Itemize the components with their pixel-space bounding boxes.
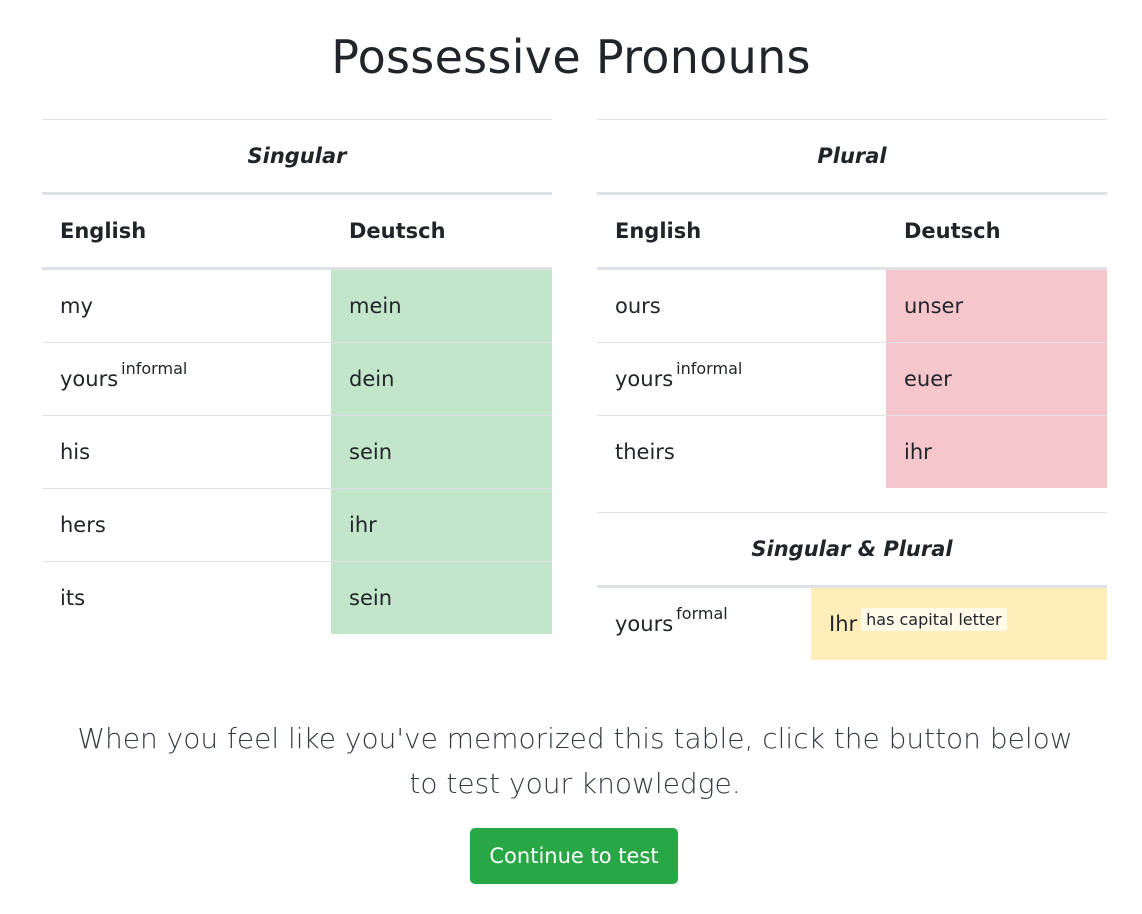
- column-header-deutsch: Deutsch: [886, 193, 1107, 270]
- deutsch-cell: sein: [331, 415, 552, 489]
- register-note: informal: [121, 359, 188, 378]
- english-cell: yours informal: [597, 342, 886, 416]
- singular-plural-table: Singular & Plural yours formal Ihr has cap…: [597, 512, 1107, 660]
- deutsch-cell: unser: [886, 268, 1107, 343]
- deutsch-cell: euer: [886, 342, 1107, 416]
- table-row: yours formal Ihr has capital letter: [597, 586, 1107, 661]
- table-row: yours informal euer: [597, 342, 1107, 416]
- plural-table: Plural English Deutsch ours unser yours i…: [597, 119, 1107, 488]
- english-cell: yours formal: [597, 587, 811, 661]
- table-row: ours unser: [597, 268, 1107, 343]
- table-row: yours informal dein: [42, 342, 552, 416]
- english-word: theirs: [615, 440, 675, 464]
- register-note: informal: [676, 359, 743, 378]
- deutsch-cell: mein: [331, 268, 552, 343]
- plural-caption: Plural: [597, 119, 1107, 195]
- column-header-deutsch: Deutsch: [331, 193, 552, 270]
- english-word: yours: [615, 367, 674, 391]
- english-word: my: [60, 294, 93, 318]
- deutsch-cell: ihr: [331, 488, 552, 562]
- deutsch-word: Ihr: [829, 611, 858, 636]
- column-header-english: English: [597, 193, 886, 270]
- instructions-text: When you feel like you've memorized this…: [77, 722, 1073, 800]
- english-cell: its: [42, 561, 331, 634]
- deutsch-cell: Ihr has capital letter: [811, 586, 1107, 660]
- singular-table: Singular English Deutsch my mein yours in…: [42, 119, 552, 634]
- table-row: theirs ihr: [597, 415, 1107, 488]
- english-word: its: [60, 586, 86, 610]
- english-word: ours: [615, 294, 661, 318]
- deutsch-cell: dein: [331, 342, 552, 416]
- continue-to-test-button[interactable]: Continue to test: [470, 828, 678, 884]
- deutsch-cell: sein: [331, 561, 552, 634]
- table-row: its sein: [42, 561, 552, 634]
- column-header-english: English: [42, 193, 331, 270]
- english-cell: yours informal: [42, 342, 331, 416]
- page-title: Possessive Pronouns: [331, 30, 811, 84]
- table-row: his sein: [42, 415, 552, 489]
- page: Possessive Pronouns Singular English Deu…: [0, 0, 1142, 914]
- capital-letter-hint: has capital letter: [861, 607, 1007, 631]
- english-word: hers: [60, 513, 106, 537]
- english-word: yours: [615, 612, 674, 636]
- english-cell: his: [42, 415, 331, 489]
- singular-plural-caption: Singular & Plural: [597, 512, 1107, 588]
- table-row: my mein: [42, 268, 552, 343]
- singular-caption: Singular: [42, 119, 552, 195]
- english-cell: my: [42, 269, 331, 343]
- register-note: formal: [676, 604, 728, 623]
- table-row: hers ihr: [42, 488, 552, 562]
- english-cell: ours: [597, 269, 886, 343]
- english-word: his: [60, 440, 91, 464]
- english-cell: theirs: [597, 415, 886, 488]
- english-word: yours: [60, 367, 119, 391]
- english-cell: hers: [42, 488, 331, 562]
- deutsch-cell: ihr: [886, 415, 1107, 488]
